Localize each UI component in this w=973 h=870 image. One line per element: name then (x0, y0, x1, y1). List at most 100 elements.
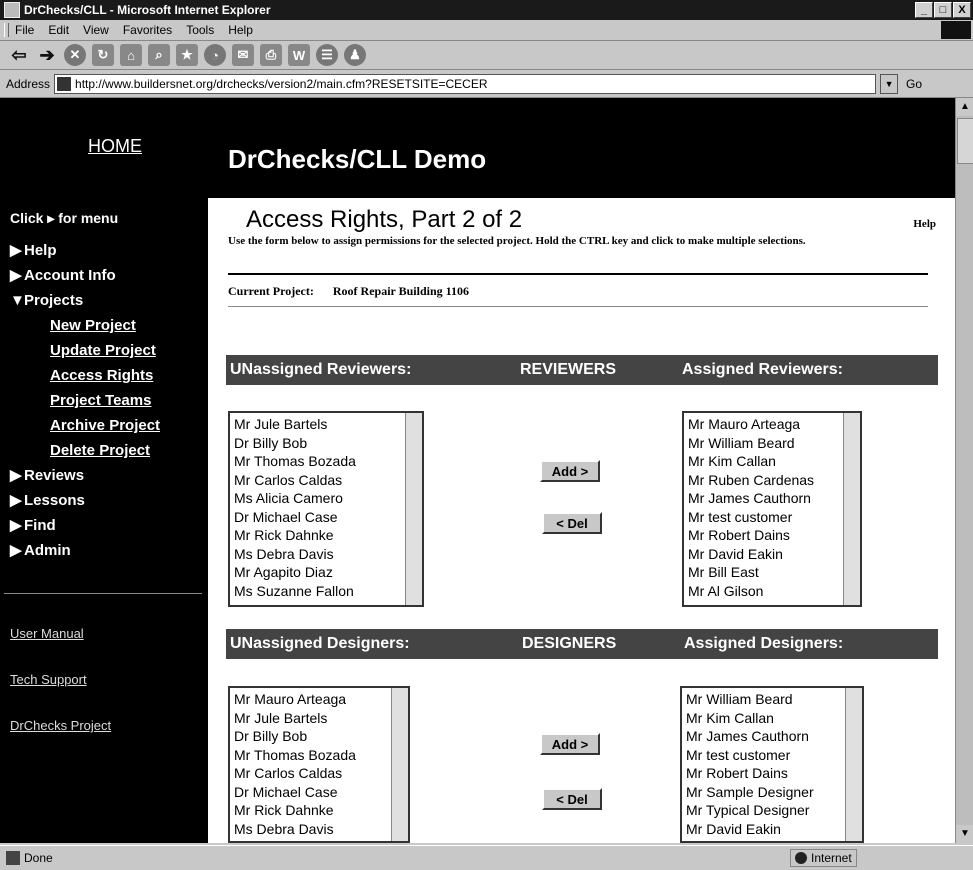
list-item[interactable]: Mr Kim Callan (688, 452, 860, 471)
nav-sub-archive-project[interactable]: Archive Project (10, 413, 160, 438)
scroll-down-arrow-icon[interactable]: ▼ (956, 825, 973, 843)
nav-sub-project-teams[interactable]: Project Teams (10, 388, 160, 413)
menu-help[interactable]: Help (228, 23, 253, 37)
print-icon[interactable]: ⎙ (260, 44, 282, 66)
refresh-icon[interactable]: ↻ (92, 44, 114, 66)
list-item[interactable]: Mr James Cauthorn (686, 727, 862, 746)
menu-tools[interactable]: Tools (186, 23, 214, 37)
ie-app-icon (4, 2, 20, 18)
list-item[interactable]: Mr Carlos Caldas (234, 471, 422, 490)
list-item[interactable]: Mr test customer (688, 508, 860, 527)
list-item[interactable]: Mr Carlos Caldas (234, 764, 408, 783)
menu-edit[interactable]: Edit (48, 23, 69, 37)
list-item[interactable]: Mr Ruben Cardenas (688, 471, 860, 490)
minimize-button[interactable]: _ (915, 2, 933, 18)
delete-designer-button[interactable]: < Del (542, 788, 602, 810)
nav-item-account-info[interactable]: ▶ Account Info (10, 263, 160, 288)
list-item[interactable]: Mr Typical Designer (686, 801, 862, 820)
user-manual-link[interactable]: User Manual (10, 626, 84, 641)
list-item[interactable]: Ms Debra Davis (234, 820, 408, 839)
nav-sub-new-project[interactable]: New Project (10, 313, 160, 338)
list-item[interactable]: Mr Kim Callan (686, 709, 862, 728)
list-item[interactable]: Mr William Beard (686, 690, 862, 709)
scroll-thumb[interactable] (957, 118, 973, 164)
history-icon[interactable]: ◔ (204, 44, 226, 66)
menu-favorites[interactable]: Favorites (123, 23, 172, 37)
home-icon[interactable]: ⌂ (120, 44, 142, 66)
back-icon[interactable]: ⇦ (8, 44, 30, 66)
list-item[interactable]: Mr Thomas Bozada (234, 452, 422, 471)
nav-item-help[interactable]: ▶ Help (10, 238, 160, 263)
help-link[interactable]: Help (913, 218, 936, 230)
forward-icon[interactable]: ➔ (36, 44, 58, 66)
list-item[interactable]: Dr Billy Bob (234, 727, 408, 746)
list-item[interactable]: Ms Debra Davis (234, 545, 422, 564)
scroll-up-arrow-icon[interactable]: ▲ (956, 98, 973, 116)
nav-sub-access-rights[interactable]: Access Rights (10, 363, 160, 388)
list-item[interactable]: Dr Michael Case (234, 783, 408, 802)
nav-sub-delete-project[interactable]: Delete Project (10, 438, 160, 463)
list-scrollbar[interactable] (391, 688, 408, 841)
list-item[interactable]: Mr Thomas Bozada (234, 746, 408, 765)
add-designer-button[interactable]: Add > (540, 733, 600, 755)
list-item[interactable]: Mr David Eakin (686, 820, 862, 839)
list-item[interactable]: Ms Suzanne Fallon (234, 582, 422, 601)
assigned-reviewers-list[interactable]: Mr Mauro Arteaga Mr William Beard Mr Kim… (682, 411, 862, 607)
nav-item-reviews[interactable]: ▶ Reviews (10, 463, 160, 488)
drchecks-project-link[interactable]: DrChecks Project (10, 718, 111, 733)
messenger-icon[interactable]: ♟ (344, 44, 366, 66)
go-button[interactable]: Go (906, 77, 922, 91)
current-project-value: Roof Repair Building 1106 (332, 284, 469, 298)
edit-icon[interactable]: W (288, 44, 310, 66)
close-button[interactable]: X (953, 2, 971, 18)
list-item[interactable]: Mr Sample Designer (686, 783, 862, 802)
address-dropdown-icon[interactable]: ▼ (880, 74, 899, 94)
nav-item-lessons[interactable]: ▶ Lessons (10, 488, 160, 513)
list-item[interactable]: Mr Mauro Arteaga (234, 690, 408, 709)
list-item[interactable]: Mr David Eakin (688, 545, 860, 564)
search-icon[interactable]: ⌕ (148, 44, 170, 66)
mail-icon[interactable]: ✉ (232, 44, 254, 66)
unassigned-reviewers-list[interactable]: Mr Jule Bartels Dr Billy Bob Mr Thomas B… (228, 411, 424, 607)
list-item[interactable]: Dr Billy Bob (234, 434, 422, 453)
list-scrollbar[interactable] (843, 413, 860, 605)
list-item[interactable]: Mr Agapito Diaz (234, 563, 422, 582)
stop-icon[interactable]: ✕ (64, 44, 86, 66)
list-item[interactable]: Mr Rick Dahnke (234, 526, 422, 545)
nav-item-admin[interactable]: ▶ Admin (10, 538, 160, 563)
divider (228, 273, 928, 275)
assigned-designers-list[interactable]: Mr William Beard Mr Kim Callan Mr James … (680, 686, 864, 843)
favorites-icon[interactable]: ★ (176, 44, 198, 66)
nav-label: Reviews (24, 467, 85, 484)
list-item[interactable]: Mr Mauro Arteaga (688, 415, 860, 434)
list-item[interactable]: Mr Rick Dahnke (234, 801, 408, 820)
list-item[interactable]: Mr Bill East (688, 563, 860, 582)
list-item[interactable]: Mr Robert Dains (688, 526, 860, 545)
nav-item-projects[interactable]: ▼Projects (10, 288, 160, 313)
list-item[interactable]: Dr Michael Case (234, 508, 422, 527)
list-item[interactable]: Mr William Beard (688, 434, 860, 453)
list-item[interactable]: Mr Jule Bartels (234, 415, 422, 434)
discuss-icon[interactable]: ☰ (316, 44, 338, 66)
list-item[interactable]: Ms Alicia Camero (234, 489, 422, 508)
list-item[interactable]: Mr test customer (686, 746, 862, 765)
menu-file[interactable]: File (15, 23, 34, 37)
address-input[interactable]: http://www.buildersnet.org/drchecks/vers… (54, 74, 877, 94)
unassigned-reviewers-label: UNassigned Reviewers: (230, 361, 412, 378)
unassigned-designers-list[interactable]: Mr Mauro Arteaga Mr Jule Bartels Dr Bill… (228, 686, 410, 843)
menu-view[interactable]: View (83, 23, 109, 37)
list-scrollbar[interactable] (845, 688, 862, 841)
home-link[interactable]: HOME (88, 136, 142, 157)
list-item[interactable]: Mr Robert Dains (686, 764, 862, 783)
nav-sub-update-project[interactable]: Update Project (10, 338, 160, 363)
delete-reviewer-button[interactable]: < Del (542, 512, 602, 534)
maximize-button[interactable]: □ (934, 2, 952, 18)
list-scrollbar[interactable] (405, 413, 422, 605)
tech-support-link[interactable]: Tech Support (10, 672, 87, 687)
page-vertical-scrollbar[interactable]: ▲ ▼ (955, 98, 973, 843)
list-item[interactable]: Mr James Cauthorn (688, 489, 860, 508)
list-item[interactable]: Mr Al Gilson (688, 582, 860, 601)
list-item[interactable]: Mr Jule Bartels (234, 709, 408, 728)
nav-item-find[interactable]: ▶ Find (10, 513, 160, 538)
add-reviewer-button[interactable]: Add > (540, 460, 600, 482)
